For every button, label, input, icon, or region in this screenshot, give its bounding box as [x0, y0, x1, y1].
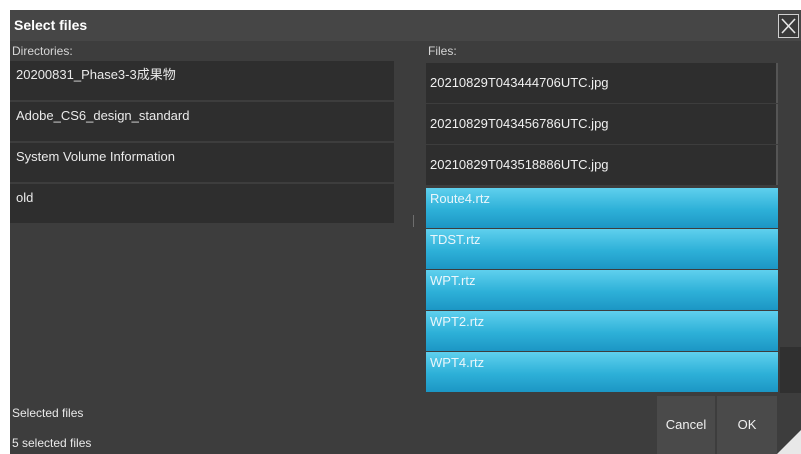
- file-item[interactable]: 20210829T043518886UTC.jpg: [426, 145, 778, 185]
- scroll-thumb[interactable]: [780, 347, 801, 393]
- dialog-titlebar: Select files: [10, 10, 801, 41]
- file-item-selected[interactable]: Route4.rtz: [426, 188, 778, 228]
- cancel-button[interactable]: Cancel: [657, 396, 715, 454]
- file-item[interactable]: 20210829T043444706UTC.jpg: [426, 63, 778, 103]
- resize-grip-icon[interactable]: [777, 430, 801, 454]
- directories-list: 20200831_Phase3-3成果物 Adobe_CS6_design_st…: [10, 61, 394, 393]
- files-label: Files:: [428, 44, 457, 58]
- file-item-selected[interactable]: WPT4.rtz: [426, 352, 778, 392]
- close-icon: [781, 18, 796, 34]
- files-scrollbar[interactable]: [780, 63, 801, 393]
- directories-label: Directories:: [12, 44, 73, 58]
- files-list: 20210829T043444706UTC.jpg 20210829T04345…: [426, 63, 779, 393]
- file-item[interactable]: 20210829T043456786UTC.jpg: [426, 104, 778, 144]
- file-item-selected[interactable]: TDST.rtz: [426, 229, 778, 269]
- select-files-dialog: Select files Directories: Files: 2020083…: [10, 10, 801, 454]
- selected-files-count: 5 selected files: [12, 436, 92, 450]
- file-item-selected[interactable]: WPT2.rtz: [426, 311, 778, 351]
- directory-item[interactable]: System Volume Information: [10, 143, 394, 182]
- file-item-selected[interactable]: WPT.rtz: [426, 270, 778, 310]
- directory-item[interactable]: 20200831_Phase3-3成果物: [10, 61, 394, 100]
- selected-files-label: Selected files: [12, 406, 84, 420]
- directory-item[interactable]: old: [10, 184, 394, 223]
- dialog-title: Select files: [14, 17, 88, 33]
- pane-splitter[interactable]: [413, 215, 414, 227]
- close-button[interactable]: [778, 14, 799, 38]
- directory-item[interactable]: Adobe_CS6_design_standard: [10, 102, 394, 141]
- ok-button[interactable]: OK: [717, 396, 777, 454]
